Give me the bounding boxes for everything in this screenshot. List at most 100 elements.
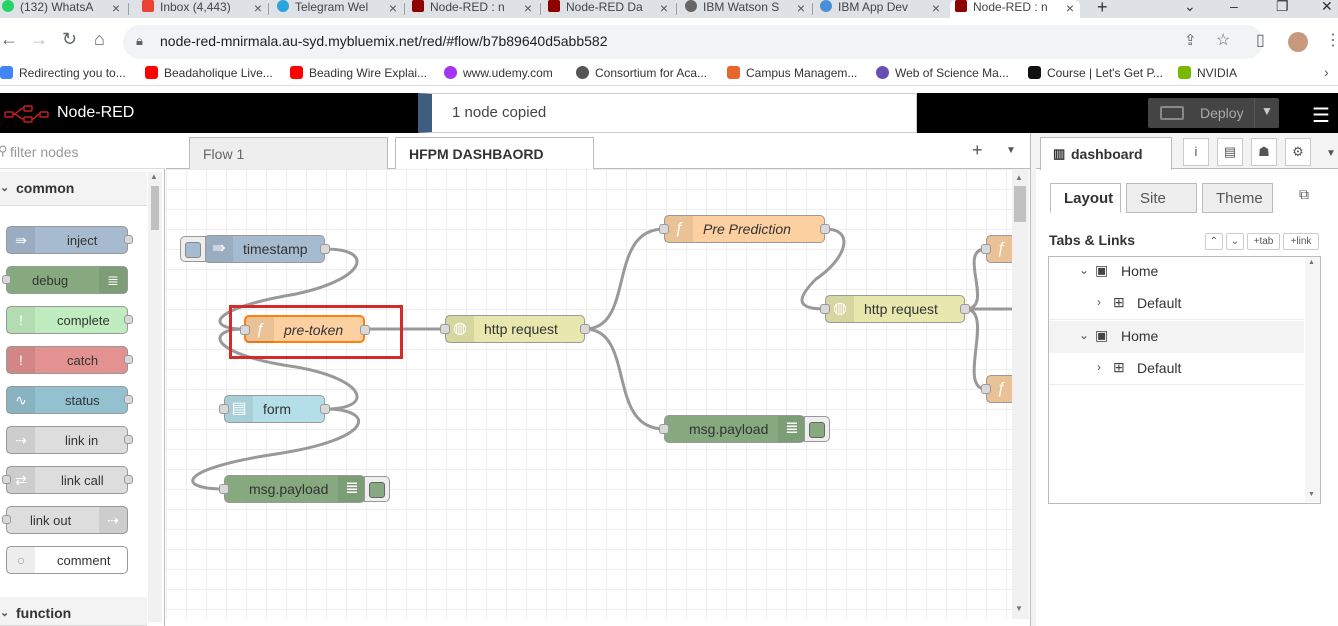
flow-node-timestamp[interactable]: ⇛ timestamp: [204, 235, 330, 263]
output-port[interactable]: [960, 304, 970, 314]
help-book-icon[interactable]: ▤: [1217, 138, 1243, 166]
tree-item-tab[interactable]: ⌄ ▣ Home: [1049, 256, 1304, 288]
tab-dashboard[interactable]: ▥ dashboard: [1040, 137, 1172, 170]
canvas-scroll-thumb[interactable]: [1014, 186, 1026, 222]
add-link-button[interactable]: +link: [1283, 233, 1319, 250]
flow-node-http-request-2[interactable]: ◍ http request: [820, 295, 970, 323]
close-tab-icon[interactable]: ×: [660, 0, 668, 16]
output-port[interactable]: [320, 244, 330, 254]
tab-hfpm-dashboard[interactable]: HFPM DASHBAORD: [395, 137, 594, 170]
input-port[interactable]: [981, 244, 991, 254]
bookmark-item[interactable]: Campus Managem...: [727, 66, 857, 80]
bookmark-item[interactable]: Web of Science Ma...: [876, 66, 1009, 80]
flow-node-http-request[interactable]: ◍ http request: [440, 315, 590, 343]
info-icon[interactable]: i: [1183, 138, 1209, 166]
add-flow-icon[interactable]: +: [972, 140, 983, 161]
debug-toggle-button[interactable]: [804, 416, 830, 442]
back-icon[interactable]: ←: [0, 29, 18, 50]
input-port[interactable]: [659, 424, 669, 434]
scroll-up-icon[interactable]: ▲: [1308, 259, 1315, 266]
category-function[interactable]: ⌄ function: [0, 597, 147, 626]
more-menu-icon[interactable]: ⋮: [1325, 30, 1338, 50]
debug-bug-icon[interactable]: ☗: [1251, 138, 1277, 166]
tab-search-icon[interactable]: ⌄: [1184, 0, 1196, 15]
bookmark-item[interactable]: Beading Wire Explai...: [290, 66, 427, 80]
bookmark-item[interactable]: Course | Let's Get P...: [1028, 66, 1163, 80]
browser-tab[interactable]: Node-RED : n ×: [412, 0, 534, 18]
input-port[interactable]: [440, 324, 450, 334]
debug-toggle-button[interactable]: [364, 476, 390, 502]
flow-node-pre-prediction[interactable]: ƒ Pre Prediction: [659, 215, 830, 243]
chevron-right-icon[interactable]: ›: [1097, 295, 1101, 309]
palette-node-complete[interactable]: ! complete: [6, 306, 133, 334]
close-tab-icon[interactable]: ×: [112, 0, 120, 16]
new-tab-icon[interactable]: +: [1097, 0, 1108, 18]
add-tab-button[interactable]: +tab: [1247, 233, 1280, 250]
collapse-all-icon[interactable]: ⌃: [1205, 233, 1223, 250]
close-window-icon[interactable]: ✕: [1321, 0, 1333, 15]
close-tab-icon[interactable]: ×: [1066, 0, 1074, 16]
palette-node-debug[interactable]: debug ≣: [2, 266, 128, 294]
palette-node-inject[interactable]: ⇛ inject: [6, 226, 133, 254]
scroll-down-icon[interactable]: ▼: [1015, 604, 1023, 613]
canvas-scrollbar[interactable]: [1012, 169, 1029, 619]
bookmarks-overflow-icon[interactable]: ›: [1324, 64, 1329, 80]
category-common[interactable]: ⌄ common: [0, 172, 147, 206]
flow-canvas[interactable]: ⇛ timestamp ƒ pre-token ▤ form msg.paylo…: [166, 169, 1012, 619]
chevron-right-icon[interactable]: ›: [1097, 360, 1101, 374]
browser-tab[interactable]: IBM Watson S ×: [685, 0, 807, 18]
browser-tab[interactable]: Telegram Wel ×: [277, 0, 399, 18]
url-text[interactable]: node-red-mnirmala.au-syd.mybluemix.net/r…: [160, 33, 608, 49]
browser-tab[interactable]: Node-RED Da ×: [548, 0, 670, 18]
deploy-menu-caret-icon[interactable]: ▼: [1261, 104, 1273, 118]
output-port[interactable]: [320, 404, 330, 414]
input-port[interactable]: [981, 384, 991, 394]
side-panel-icon[interactable]: ▯: [1256, 30, 1265, 50]
input-port[interactable]: [820, 304, 830, 314]
forward-icon[interactable]: →: [30, 29, 48, 50]
subtab-site[interactable]: Site: [1126, 183, 1197, 213]
input-port[interactable]: [659, 224, 669, 234]
browser-tab[interactable]: Inbox (4,443) ×: [142, 0, 264, 18]
bookmark-star-icon[interactable]: ☆: [1216, 30, 1230, 50]
config-gear-icon[interactable]: ⚙: [1285, 138, 1311, 166]
palette-node-catch[interactable]: ! catch: [6, 346, 133, 374]
input-port[interactable]: [219, 484, 229, 494]
browser-tab[interactable]: IBM App Dev ×: [820, 0, 942, 18]
output-port[interactable]: [580, 324, 590, 334]
bookmark-item[interactable]: www.udemy.com: [444, 66, 553, 80]
maximize-icon[interactable]: ❐: [1276, 0, 1289, 15]
deploy-button[interactable]: Deploy ▼: [1148, 98, 1279, 128]
palette-node-link-out[interactable]: link out ⇢: [2, 506, 128, 534]
palette-node-link-in[interactable]: ⇢ link in: [6, 426, 133, 454]
open-dashboard-icon[interactable]: ⧉: [1299, 186, 1309, 203]
browser-tab[interactable]: (132) WhatsA ×: [0, 0, 122, 18]
bookmark-item[interactable]: Beadaholique Live...: [145, 66, 273, 80]
input-port[interactable]: [219, 404, 229, 414]
tree-item-group[interactable]: › ⊞ Default: [1049, 288, 1304, 320]
tree-scrollbar[interactable]: [1305, 257, 1320, 502]
close-tab-icon[interactable]: ×: [524, 0, 532, 16]
flow-node-msg-payload-2[interactable]: msg.payload ≣: [659, 415, 806, 443]
close-tab-icon[interactable]: ×: [797, 0, 805, 16]
subtab-theme[interactable]: Theme: [1202, 183, 1273, 213]
palette-scroll-thumb[interactable]: [151, 186, 159, 230]
scroll-down-icon[interactable]: ▼: [1308, 491, 1315, 498]
reload-icon[interactable]: ↻: [62, 29, 77, 50]
sidebar-separator[interactable]: [1030, 133, 1036, 626]
close-tab-icon[interactable]: ×: [254, 0, 262, 16]
palette-node-status[interactable]: ∿ status: [6, 386, 133, 414]
palette-node-link-call[interactable]: ⇄ link call: [2, 466, 133, 494]
flow-node-function-partial[interactable]: ƒ: [981, 375, 1012, 403]
tree-item-tab[interactable]: ⌄ ▣ Home: [1049, 321, 1304, 353]
flow-list-caret-icon[interactable]: ▼: [1006, 145, 1016, 156]
flow-node-function-partial[interactable]: ƒ: [981, 235, 1012, 263]
minimize-icon[interactable]: –: [1230, 0, 1238, 14]
flow-node-msg-payload[interactable]: msg.payload ≣: [219, 475, 366, 503]
bookmark-item[interactable]: Redirecting you to...: [0, 66, 126, 80]
chevron-down-icon[interactable]: ⌄: [1079, 328, 1089, 342]
close-tab-icon[interactable]: ×: [389, 0, 397, 16]
close-tab-icon[interactable]: ×: [932, 0, 940, 16]
tab-flow-1[interactable]: Flow 1: [189, 137, 388, 169]
filter-placeholder[interactable]: filter nodes: [10, 144, 78, 160]
